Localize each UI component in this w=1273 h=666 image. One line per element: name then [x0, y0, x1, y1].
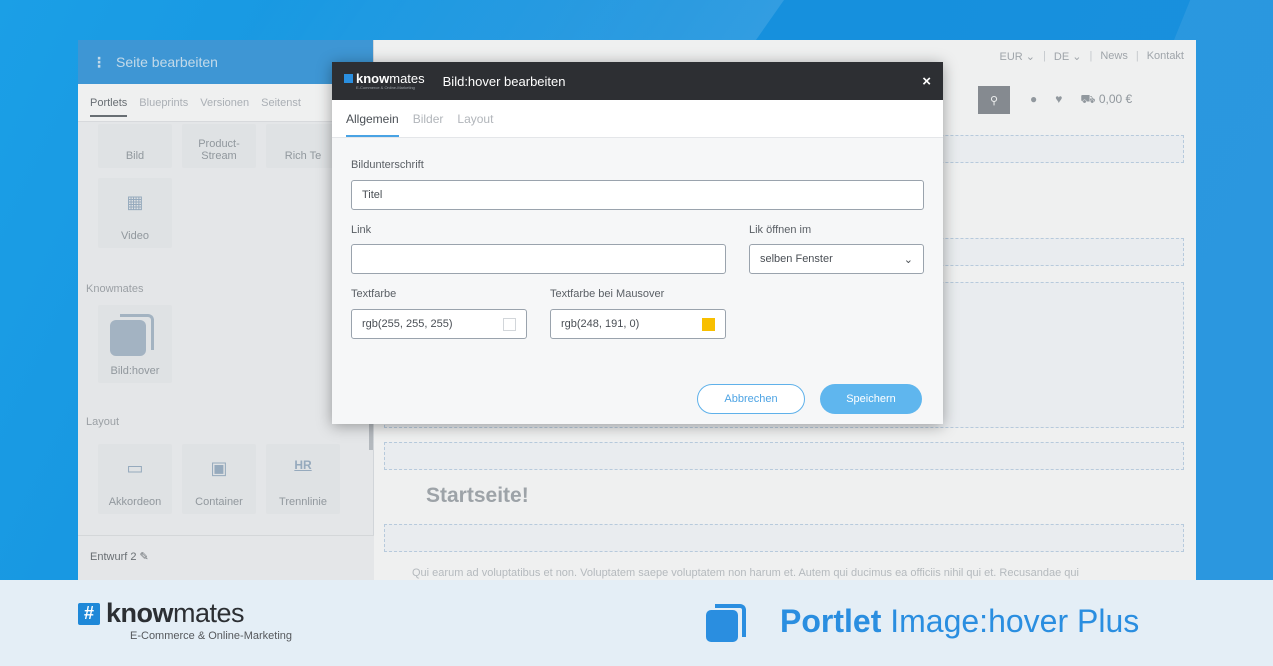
dialog-header: knowmates E-Commerce & Online-Marketing …	[332, 62, 943, 100]
caption-input[interactable]: Titel	[351, 180, 924, 210]
caption-label: Bildunterschrift	[351, 159, 424, 171]
knowmates-logo: knowmates E-Commerce & Online-Marketing	[344, 72, 425, 90]
text-color-label: Textfarbe	[351, 288, 397, 300]
open-in-label: Lik öffnen im	[749, 224, 812, 236]
dialog-body: Bildunterschrift Titel Link Lik öffnen i…	[332, 138, 943, 424]
link-label: Link	[351, 224, 372, 236]
knowmates-logo: # knowmates E-Commerce & Online-Marketin…	[78, 598, 292, 642]
edit-dialog: knowmates E-Commerce & Online-Marketing …	[332, 62, 943, 424]
product-title: Portlet Image:hover Plus	[780, 603, 1140, 639]
color-swatch[interactable]	[702, 318, 715, 331]
tab-layout[interactable]: Layout	[457, 112, 493, 137]
hover-color-label: Textfarbe bei Mausover	[550, 288, 665, 300]
close-icon[interactable]: ×	[922, 73, 931, 90]
link-input[interactable]	[351, 244, 726, 274]
hover-color-input[interactable]: rgb(248, 191, 0)	[550, 309, 726, 339]
dialog-tabs: Allgemein Bilder Layout	[332, 100, 943, 138]
color-swatch[interactable]	[503, 318, 516, 331]
open-in-select[interactable]: selben Fenster ⌄	[749, 244, 924, 274]
tab-allgemein[interactable]: Allgemein	[346, 112, 399, 137]
image-stack-icon	[706, 604, 746, 644]
tab-bilder[interactable]: Bilder	[413, 112, 444, 137]
hash-icon: #	[78, 602, 100, 625]
cancel-button[interactable]: Abbrechen	[697, 384, 805, 414]
save-button[interactable]: Speichern	[820, 384, 922, 414]
logo-tagline: E-Commerce & Online-Marketing	[130, 630, 292, 642]
chevron-down-icon: ⌄	[903, 254, 913, 266]
brand-banner: # knowmates E-Commerce & Online-Marketin…	[0, 580, 1273, 666]
dialog-title: Bild:hover bearbeiten	[442, 73, 566, 89]
text-color-input[interactable]: rgb(255, 255, 255)	[351, 309, 527, 339]
